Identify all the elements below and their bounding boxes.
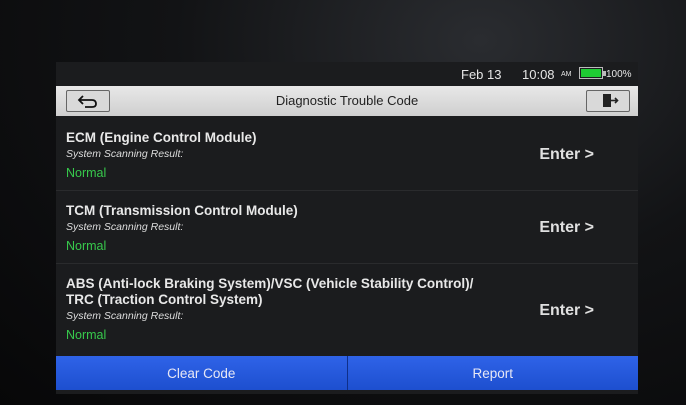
system-name: TCM (Transmission Control Module) (66, 203, 298, 218)
battery-fill (581, 69, 601, 77)
enter-button[interactable]: Enter > (539, 302, 594, 320)
system-item-tcm[interactable]: TCM (Transmission Control Module) System… (56, 191, 638, 264)
action-bar: Clear Code Report (56, 356, 638, 390)
status-time: 10:08 (522, 67, 555, 82)
battery-percent: 100% (606, 69, 632, 80)
system-name-line1: ABS (Anti-lock Braking System)/VSC (Vehi… (66, 276, 474, 291)
title-bar: Diagnostic Trouble Code (56, 86, 638, 116)
page-title: Diagnostic Trouble Code (275, 93, 419, 108)
report-button[interactable]: Report (346, 356, 638, 390)
exit-button[interactable] (586, 90, 630, 112)
exit-door-icon (603, 94, 619, 107)
enter-button[interactable]: Enter > (539, 146, 594, 164)
scan-result: Normal (66, 166, 107, 180)
system-name: ECM (Engine Control Module) (66, 130, 257, 145)
status-date: Feb 13 (461, 67, 502, 82)
status-bar: Feb 13 10:08 AM 100% (56, 62, 638, 84)
battery-icon (579, 67, 606, 79)
system-item-ecm[interactable]: ECM (Engine Control Module) System Scann… (56, 118, 638, 191)
system-item-abs[interactable]: ABS (Anti-lock Braking System)/VSC (Vehi… (56, 264, 638, 356)
scan-result: Normal (66, 328, 107, 342)
system-list: ECM (Engine Control Module) System Scann… (56, 118, 638, 356)
status-ampm: AM (561, 71, 572, 78)
clear-code-button[interactable]: Clear Code (56, 356, 347, 390)
scan-result: Normal (66, 239, 107, 253)
enter-button[interactable]: Enter > (539, 219, 594, 237)
